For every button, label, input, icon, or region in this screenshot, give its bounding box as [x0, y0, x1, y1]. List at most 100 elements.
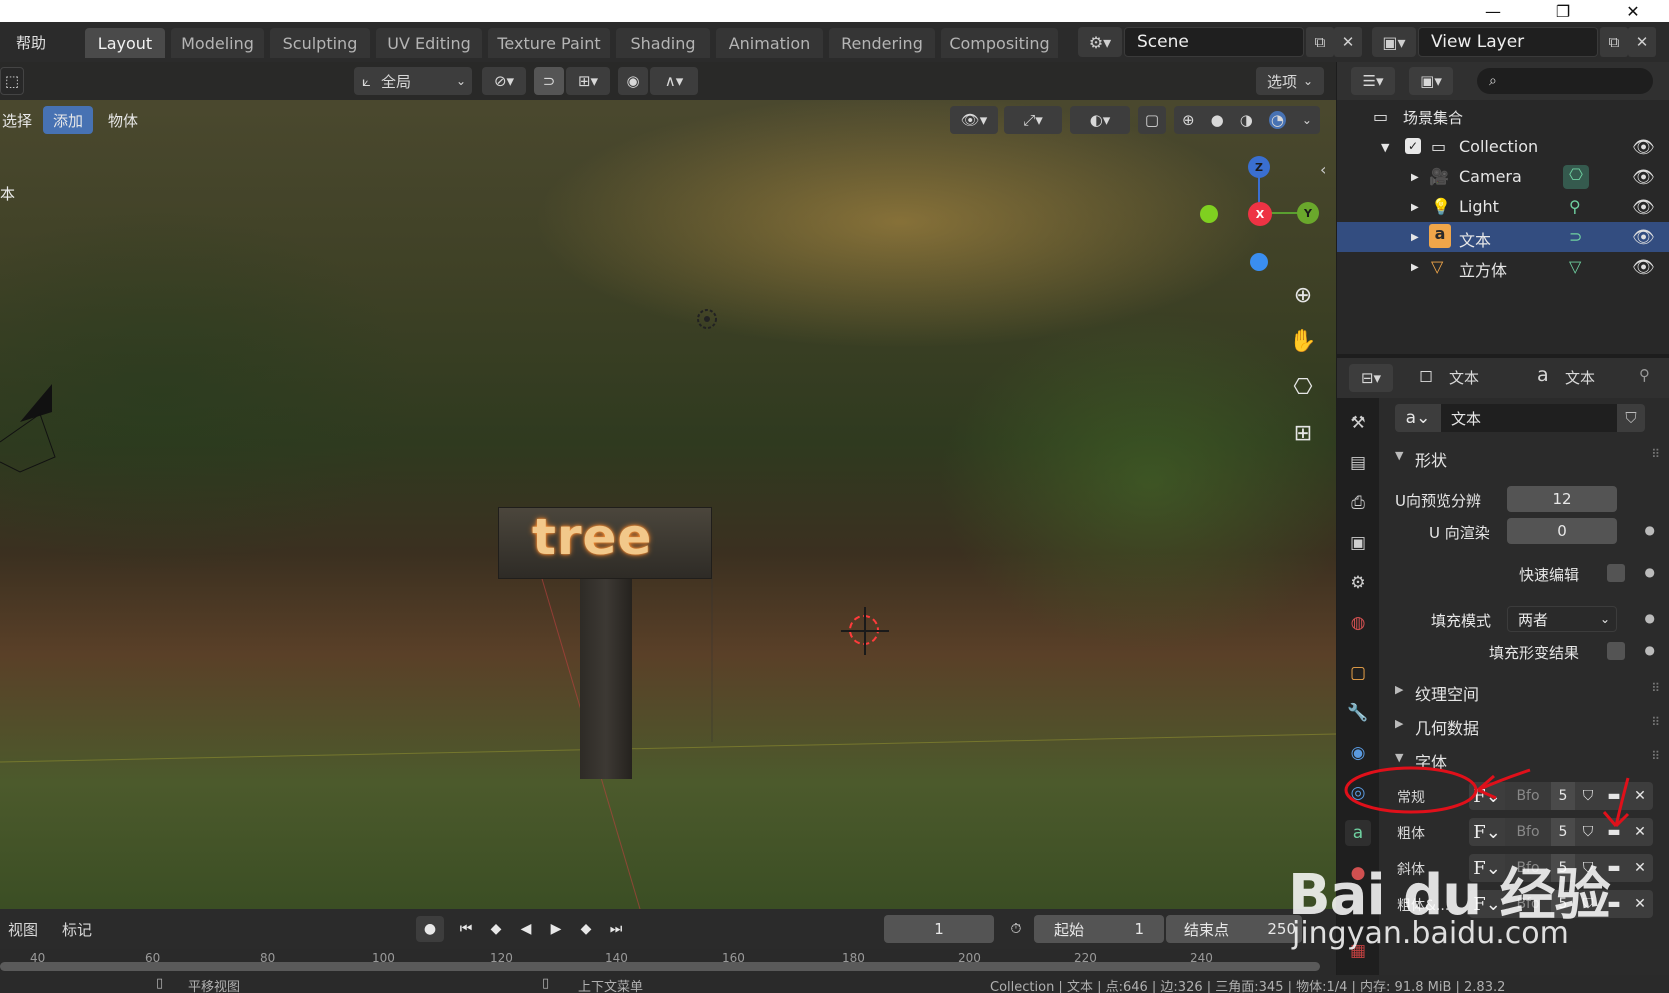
eye-icon[interactable]: 👁 [1632, 197, 1655, 218]
stopwatch-icon[interactable]: ⏱ [1002, 916, 1030, 942]
outliner-row-light[interactable]: ▶ 💡 Light ⚲ 👁 [1337, 192, 1669, 222]
start-frame-field[interactable]: 起始 1 [1034, 915, 1164, 943]
sidebar-toggle-icon[interactable]: ‹ [1320, 160, 1326, 179]
shape-section-header[interactable]: ▼ 形状 ⠿ [1383, 442, 1669, 474]
shading-mode-group[interactable]: ⊕ ● ◑ ◔ ⌄ [1174, 106, 1320, 134]
3d-cursor[interactable] [841, 607, 889, 655]
display-mode-icon[interactable]: ☰▾ [1351, 67, 1395, 95]
timeline-scrollbar[interactable] [0, 962, 1320, 971]
text-datablock-icon[interactable]: a⌄ [1395, 404, 1441, 432]
outliner-row-camera[interactable]: ▶ 🎥 Camera ⎔ 👁 [1337, 162, 1669, 192]
tab-sculpting[interactable]: Sculpting [270, 28, 370, 58]
expand-arrow-icon[interactable]: ▶ [1411, 172, 1419, 183]
transform-orientation-dropdown[interactable]: ⟀ 全局 ⌄ [354, 67, 472, 95]
prev-keyframe-icon[interactable]: ◆ [482, 916, 510, 942]
pan-hand-icon[interactable]: ✋ [1286, 324, 1320, 358]
fill-mode-dropdown[interactable]: 两者 ⌄ [1507, 606, 1617, 632]
fill-deform-checkbox[interactable] [1607, 642, 1625, 660]
drag-grip-icon[interactable]: ⠿ [1651, 681, 1660, 695]
delete-scene-icon[interactable]: ✕ [1334, 27, 1362, 57]
filter-icon[interactable]: ▣▾ [1409, 67, 1453, 95]
light-data-icon[interactable]: ⚲ [1569, 197, 1581, 216]
axis-neg-y-button[interactable] [1200, 205, 1218, 223]
world-tab-icon[interactable]: ◍ [1345, 610, 1371, 636]
scene-selector-icon[interactable]: ⚙▾ [1078, 27, 1122, 57]
add-menu[interactable]: 添加 [43, 106, 93, 134]
axis-z-button[interactable]: Z [1248, 156, 1270, 178]
render-tab-icon[interactable]: ▤ [1345, 450, 1371, 476]
scene-name-field[interactable]: Scene [1124, 27, 1304, 57]
outliner-search-input[interactable]: ⌕ [1477, 68, 1653, 94]
chevron-down-icon[interactable]: ⌄ [1302, 113, 1312, 127]
material-shading-icon[interactable]: ◑ [1240, 111, 1253, 129]
keyframe-dot-icon[interactable]: ● [1645, 643, 1655, 657]
font-icon[interactable]: F⌄ [1469, 818, 1505, 846]
play-icon[interactable]: ▶ [542, 916, 570, 942]
pivot-point-icon[interactable]: ⊘▾ [482, 67, 526, 95]
delete-view-layer-icon[interactable]: ✕ [1628, 27, 1656, 57]
drag-grip-icon[interactable]: ⠿ [1651, 715, 1660, 729]
object-menu[interactable]: 物体 [100, 106, 146, 134]
eye-icon[interactable]: 👁 [1632, 167, 1655, 188]
restore-button[interactable]: ❐ [1540, 0, 1586, 22]
view-layer-tab-icon[interactable]: ▣ [1345, 530, 1371, 556]
mesh-data-icon[interactable]: ▽ [1569, 257, 1581, 276]
font-bold-name[interactable]: Bfo [1505, 818, 1551, 846]
eye-icon[interactable]: 👁 [1632, 137, 1655, 158]
keyframe-dot-icon[interactable]: ● [1645, 565, 1655, 579]
expand-arrow-icon[interactable]: ▼ [1381, 141, 1389, 154]
solid-shading-icon[interactable]: ● [1211, 111, 1224, 129]
pin-icon[interactable]: ⚲ [1639, 366, 1650, 384]
data-tab-icon[interactable]: a [1345, 820, 1371, 846]
jump-start-icon[interactable]: ⏮ [452, 916, 480, 942]
unlink-icon[interactable]: ✕ [1627, 782, 1653, 810]
rendered-shading-icon[interactable]: ◔ [1268, 111, 1286, 129]
header-object-name[interactable]: 文本 [1449, 367, 1479, 388]
falloff-icon[interactable]: ∧▾ [650, 67, 698, 95]
outliner-row-collection[interactable]: ▼ ✓ ▭ Collection 👁 [1337, 132, 1669, 162]
axis-neg-z-button[interactable] [1250, 253, 1268, 271]
header-data-name[interactable]: 文本 [1565, 367, 1595, 388]
axis-x-button[interactable]: X [1248, 202, 1272, 226]
unlink-icon[interactable]: ✕ [1627, 890, 1653, 918]
drag-grip-icon[interactable]: ⠿ [1651, 749, 1660, 763]
tool-tab-icon[interactable]: ⚒ [1345, 410, 1371, 436]
geometry-section-header[interactable]: ▶ 几何数据 ⠿ [1383, 710, 1669, 742]
snap-toggle-icon[interactable]: ⊃ [534, 67, 564, 95]
physics-tab-icon[interactable]: ◎ [1345, 780, 1371, 806]
scene-tab-icon[interactable]: ⚙ [1345, 570, 1371, 596]
expand-arrow-icon[interactable]: ▶ [1411, 262, 1419, 273]
timeline-marker-menu[interactable]: 标记 [62, 919, 92, 940]
output-tab-icon[interactable]: ⎙ [1345, 490, 1371, 516]
help-menu[interactable]: 帮助 [16, 32, 46, 53]
ortho-grid-icon[interactable]: ⊞ [1286, 416, 1320, 450]
view-layer-icon[interactable]: ▣▾ [1372, 27, 1416, 57]
expand-arrow-icon[interactable]: ▶ [1411, 202, 1419, 213]
fast-edit-checkbox[interactable] [1607, 564, 1625, 582]
wireframe-shading-icon[interactable]: ⊕ [1182, 111, 1195, 129]
play-reverse-icon[interactable]: ◀ [512, 916, 540, 942]
open-folder-icon[interactable]: ▬ [1601, 782, 1627, 810]
overlays-toggle-icon[interactable]: ◐▾ [1070, 106, 1130, 134]
camera-view-icon[interactable]: ⎔ [1286, 370, 1320, 404]
drag-grip-icon[interactable]: ⠿ [1651, 447, 1660, 461]
keyframe-dot-icon[interactable]: ● [1645, 611, 1655, 625]
new-scene-icon[interactable]: ⧉ [1306, 27, 1334, 57]
proportional-edit-icon[interactable]: ◉ [618, 67, 648, 95]
tab-modeling[interactable]: Modeling [171, 28, 264, 58]
text-object[interactable]: tree [532, 508, 652, 566]
eye-icon[interactable]: 👁 [1632, 227, 1655, 248]
font-bold-users[interactable]: 5 [1551, 818, 1575, 846]
3d-viewport[interactable] [0, 62, 1336, 909]
new-view-layer-icon[interactable]: ⧉ [1600, 27, 1628, 57]
outliner-row-text[interactable]: ▶ a 文本 ⊃ 👁 [1337, 222, 1669, 252]
fake-user-icon[interactable]: ⛉ [1575, 782, 1601, 810]
select-menu[interactable]: 选择 [0, 106, 34, 134]
font-icon[interactable]: F⌄ [1469, 782, 1505, 810]
unlink-icon[interactable]: ✕ [1627, 854, 1653, 882]
checkbox-icon[interactable]: ✓ [1405, 138, 1421, 154]
jump-end-icon[interactable]: ⏭ [602, 916, 630, 942]
tab-texture-paint[interactable]: Texture Paint [488, 28, 610, 58]
fake-user-icon[interactable]: ⛉ [1617, 404, 1645, 432]
camera-data-icon[interactable]: ⎔ [1563, 165, 1589, 189]
